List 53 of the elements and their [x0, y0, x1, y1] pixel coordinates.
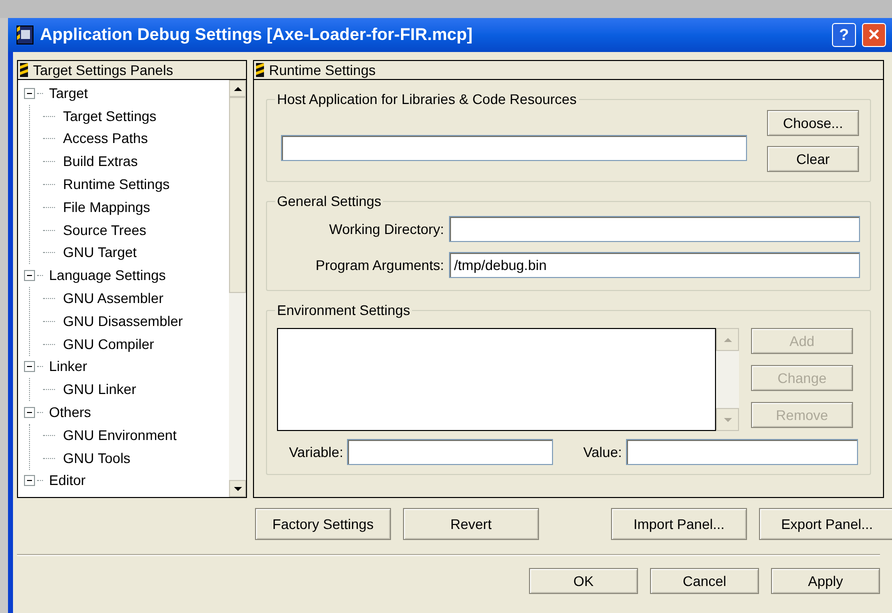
tree-item[interactable]: Source Trees: [63, 220, 146, 241]
dialog-button[interactable]: Cancel: [650, 568, 759, 594]
tree-item[interactable]: Editor: [49, 470, 86, 492]
tree-item[interactable]: GNU Environment: [63, 424, 177, 446]
tree-item[interactable]: GNU Assembler: [63, 288, 164, 310]
tree-item[interactable]: GNU Linker: [63, 379, 136, 400]
field-label: Variable:: [289, 442, 344, 462]
up-arrow-icon[interactable]: [234, 86, 242, 90]
panel-title: Runtime Settings: [269, 60, 376, 80]
collapse-icon[interactable]: [24, 475, 35, 486]
close-button[interactable]: ×: [862, 23, 886, 47]
field-label: Working Directory:: [328, 220, 444, 239]
panel-icon: [256, 63, 264, 77]
variable-field[interactable]: [347, 439, 554, 465]
dialog-button[interactable]: OK: [529, 568, 638, 594]
tree-item[interactable]: Target Settings: [63, 106, 156, 127]
environment-list[interactable]: [277, 328, 716, 431]
tree-item[interactable]: Access Paths: [63, 128, 148, 150]
settings-field[interactable]: [449, 216, 860, 242]
host-application-field[interactable]: [281, 135, 747, 161]
panel-button[interactable]: Export Panel...: [759, 508, 892, 540]
panel-button[interactable]: Revert: [403, 508, 539, 540]
tree-item[interactable]: GNU Target: [63, 242, 137, 264]
scrollbar[interactable]: [229, 80, 246, 497]
panel-icon: [20, 63, 28, 77]
tree-item[interactable]: GNU Compiler: [63, 334, 154, 355]
dialog-button[interactable]: Apply: [771, 568, 880, 594]
tree-item[interactable]: Others: [49, 402, 92, 424]
tree-item[interactable]: Target: [49, 82, 88, 104]
panel-title: Target Settings Panels: [33, 60, 174, 80]
tree-item[interactable]: GNU Disassembler: [63, 310, 183, 332]
tree-item[interactable]: GNU Tools: [63, 448, 130, 469]
down-arrow-icon[interactable]: [234, 486, 242, 490]
host-button[interactable]: Clear: [767, 146, 859, 172]
value-field[interactable]: [626, 439, 858, 465]
panel-button[interactable]: Import Panel...: [611, 508, 747, 540]
tree-item[interactable]: File Mappings: [63, 196, 150, 218]
tree-item[interactable]: Linker: [49, 356, 88, 378]
settings-field[interactable]: /tmp/debug.bin: [449, 252, 860, 278]
tree-item[interactable]: Build Extras: [63, 151, 138, 172]
help-button[interactable]: ?: [832, 23, 856, 47]
window-title: Application Debug Settings [Axe-Loader-for-FIR.mcp]: [40, 24, 474, 46]
field-label: Value:: [583, 442, 622, 462]
field-label: Program Arguments:: [314, 256, 444, 275]
tree-item[interactable]: Runtime Settings: [63, 174, 170, 196]
host-button[interactable]: Choose...: [767, 110, 859, 136]
collapse-icon[interactable]: [24, 407, 35, 418]
collapse-icon[interactable]: [24, 270, 35, 282]
collapse-icon[interactable]: [24, 361, 35, 372]
tree-item[interactable]: Language Settings: [49, 265, 166, 286]
panel-button[interactable]: Factory Settings: [255, 508, 391, 540]
collapse-icon[interactable]: [24, 88, 35, 99]
app-icon: [16, 25, 34, 45]
